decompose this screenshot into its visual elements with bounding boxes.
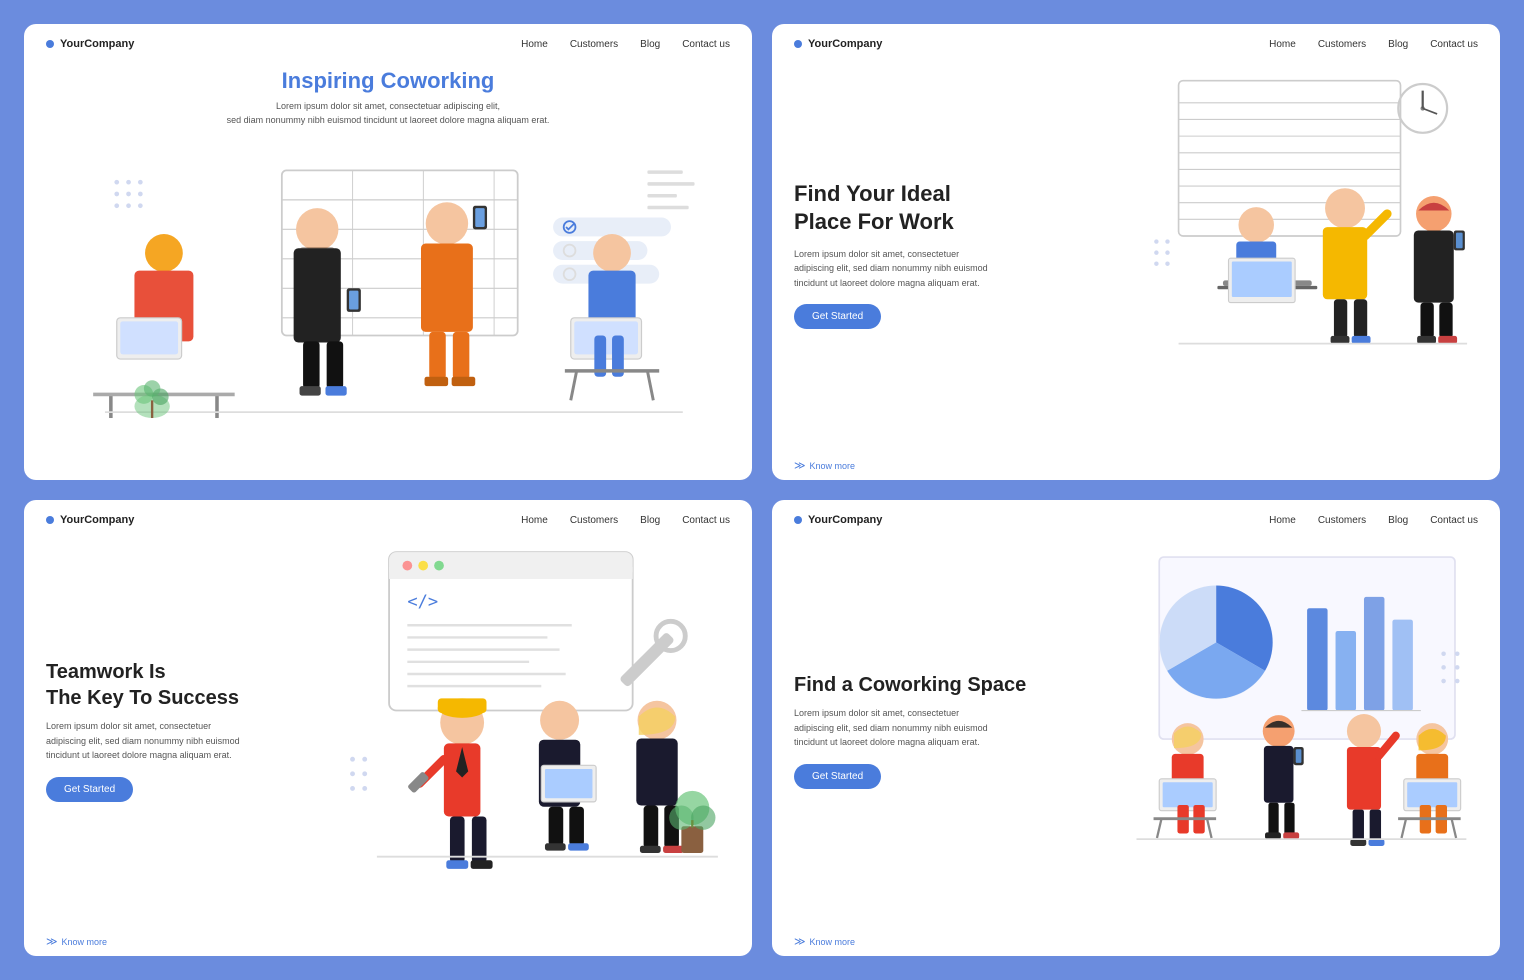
card2-get-started[interactable]: Get Started	[794, 304, 881, 329]
card3-body: Teamwork Is The Key To Success Lorem ips…	[24, 540, 752, 927]
nav-home-4[interactable]: Home	[1269, 515, 1296, 526]
nav-home-2[interactable]: Home	[1269, 39, 1296, 50]
card2-desc: Lorem ipsum dolor sit amet, consectetuer…	[794, 247, 1102, 290]
card1-svg	[46, 135, 730, 430]
brand-label-2: YourCompany	[808, 38, 882, 50]
nav-links-2: Home Customers Blog Contact us	[1269, 39, 1478, 50]
nav-home-1[interactable]: Home	[521, 39, 548, 50]
card3-know-more[interactable]: Know more	[24, 927, 752, 956]
card-inspiring-coworking: YourCompany Home Customers Blog Contact …	[24, 24, 752, 480]
card4-title: Find a Coworking Space	[794, 672, 1081, 698]
nav-customers-3[interactable]: Customers	[570, 515, 618, 526]
card3-text: Teamwork Is The Key To Success Lorem ips…	[46, 540, 306, 911]
brand-dot-3	[46, 516, 54, 524]
nav-contact-2[interactable]: Contact us	[1430, 39, 1478, 50]
card1-body: Inspiring Coworking Lorem ipsum dolor si…	[24, 64, 752, 480]
navbar-4: YourCompany Home Customers Blog Contact …	[772, 500, 1500, 540]
card4-illustration	[1091, 540, 1478, 911]
card3-svg: </>	[316, 540, 730, 881]
card2-know-more[interactable]: Know more	[772, 451, 1500, 480]
brand-2: YourCompany	[794, 38, 882, 50]
navbar-2: YourCompany Home Customers Blog Contact …	[772, 24, 1500, 64]
card3-get-started[interactable]: Get Started	[46, 777, 133, 802]
card3-illustration: </>	[316, 540, 730, 911]
card2-text: Find Your Ideal Place For Work Lorem ips…	[794, 64, 1102, 435]
card-find-ideal: YourCompany Home Customers Blog Contact …	[772, 24, 1500, 480]
card2-illustration	[1112, 64, 1478, 435]
brand-dot-1	[46, 40, 54, 48]
card3-desc: Lorem ipsum dolor sit amet, consectetuer…	[46, 719, 306, 762]
card2-body: Find Your Ideal Place For Work Lorem ips…	[772, 64, 1500, 451]
nav-blog-4[interactable]: Blog	[1388, 515, 1408, 526]
nav-home-3[interactable]: Home	[521, 515, 548, 526]
navbar-3: YourCompany Home Customers Blog Contact …	[24, 500, 752, 540]
card4-body: Find a Coworking Space Lorem ipsum dolor…	[772, 540, 1500, 927]
nav-links-4: Home Customers Blog Contact us	[1269, 515, 1478, 526]
card4-desc: Lorem ipsum dolor sit amet, consectetuer…	[794, 706, 1081, 749]
nav-contact-3[interactable]: Contact us	[682, 515, 730, 526]
card2-title: Find Your Ideal Place For Work	[794, 180, 1102, 237]
nav-customers-4[interactable]: Customers	[1318, 515, 1366, 526]
brand-label-3: YourCompany	[60, 514, 134, 526]
card-coworking-space: YourCompany Home Customers Blog Contact …	[772, 500, 1500, 956]
brand-3: YourCompany	[46, 514, 134, 526]
card1-subtitle: Lorem ipsum dolor sit amet, consectetuar…	[227, 100, 550, 127]
card-teamwork: YourCompany Home Customers Blog Contact …	[24, 500, 752, 956]
card3-title: Teamwork Is The Key To Success	[46, 659, 306, 711]
nav-links-1: Home Customers Blog Contact us	[521, 39, 730, 50]
brand-1: YourCompany	[46, 38, 134, 50]
brand-dot-4	[794, 516, 802, 524]
card1-title: Inspiring Coworking	[282, 68, 495, 94]
card4-know-more[interactable]: Know more	[772, 927, 1500, 956]
nav-contact-1[interactable]: Contact us	[682, 39, 730, 50]
nav-customers-1[interactable]: Customers	[570, 39, 618, 50]
brand-label-4: YourCompany	[808, 514, 882, 526]
card4-svg	[1091, 540, 1478, 847]
brand-label-1: YourCompany	[60, 38, 134, 50]
nav-blog-1[interactable]: Blog	[640, 39, 660, 50]
card4-get-started[interactable]: Get Started	[794, 764, 881, 789]
card2-svg	[1112, 64, 1478, 375]
card1-illustration	[46, 135, 730, 464]
nav-blog-2[interactable]: Blog	[1388, 39, 1408, 50]
svg-text:</>: </>	[407, 592, 438, 612]
card4-text: Find a Coworking Space Lorem ipsum dolor…	[794, 540, 1081, 911]
nav-contact-4[interactable]: Contact us	[1430, 515, 1478, 526]
navbar-1: YourCompany Home Customers Blog Contact …	[24, 24, 752, 64]
nav-links-3: Home Customers Blog Contact us	[521, 515, 730, 526]
nav-customers-2[interactable]: Customers	[1318, 39, 1366, 50]
brand-4: YourCompany	[794, 514, 882, 526]
nav-blog-3[interactable]: Blog	[640, 515, 660, 526]
brand-dot-2	[794, 40, 802, 48]
